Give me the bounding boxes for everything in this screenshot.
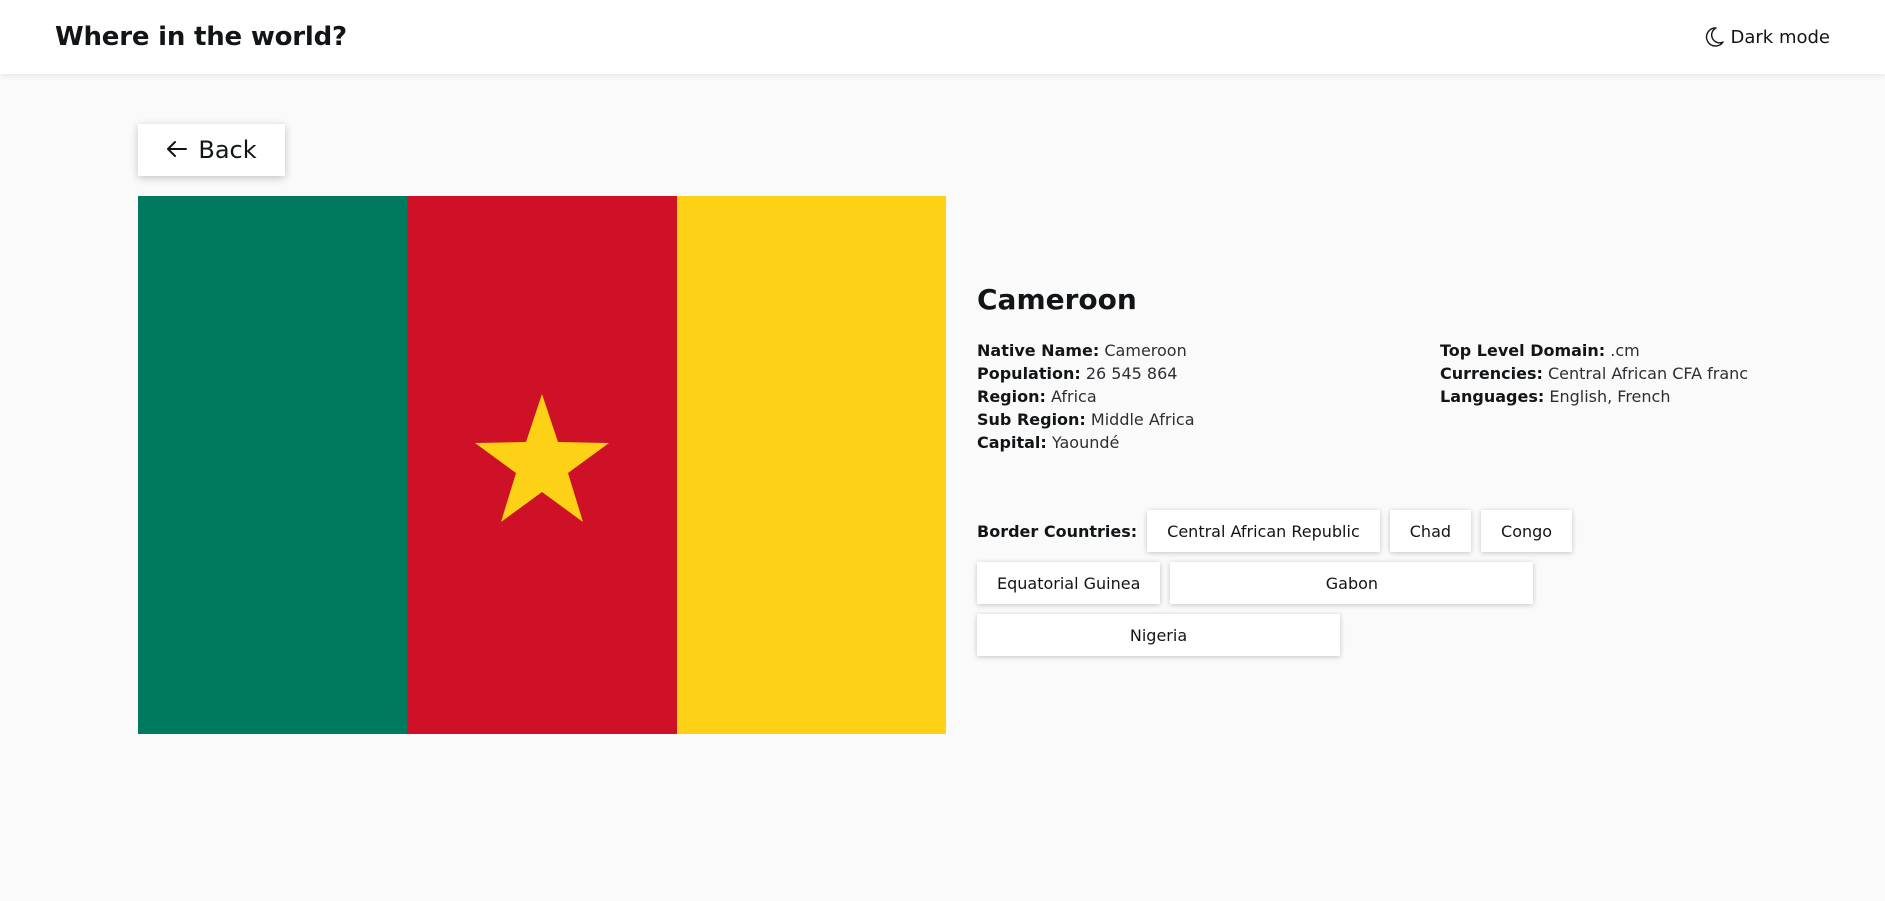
capital-value: Yaoundé bbox=[1051, 433, 1120, 452]
moon-icon bbox=[1705, 26, 1725, 48]
native-name-label: Native Name: bbox=[977, 341, 1100, 360]
info-column-left: Native Name: Cameroon Population: 26 545… bbox=[977, 339, 1195, 454]
border-country-button[interactable]: Equatorial Guinea bbox=[977, 562, 1161, 604]
flag-yellow-band bbox=[677, 196, 946, 734]
top-level-domain-row: Top Level Domain: .cm bbox=[1440, 339, 1727, 362]
back-button[interactable]: Back bbox=[138, 124, 285, 176]
currencies-value: Central African CFA franc bbox=[1548, 364, 1749, 383]
arrow-left-icon bbox=[166, 136, 188, 164]
flag-green-band bbox=[138, 196, 408, 734]
info-columns: Native Name: Cameroon Population: 26 545… bbox=[977, 339, 1748, 454]
currencies-label: Currencies: bbox=[1440, 364, 1543, 383]
border-countries-label: Border Countries: bbox=[977, 521, 1138, 541]
top-bar: Where in the world? Dark mode bbox=[0, 0, 1885, 74]
region-label: Region: bbox=[977, 387, 1046, 406]
border-country-button[interactable]: Gabon bbox=[1170, 562, 1534, 604]
dark-mode-toggle[interactable]: Dark mode bbox=[1705, 26, 1830, 48]
border-countries: Border Countries: Central African Republ… bbox=[977, 510, 1731, 656]
border-country-button[interactable]: Central African Republic bbox=[1147, 510, 1380, 552]
languages-label: Languages: bbox=[1440, 387, 1545, 406]
population-row: Population: 26 545 864 bbox=[977, 362, 1195, 385]
country-flag bbox=[138, 196, 946, 734]
country-details: Cameroon Native Name: Cameroon Populatio… bbox=[977, 283, 1748, 656]
native-name-row: Native Name: Cameroon bbox=[977, 339, 1195, 362]
population-label: Population: bbox=[977, 364, 1081, 383]
languages-value: English, French bbox=[1549, 387, 1671, 406]
region-value: Africa bbox=[1050, 387, 1097, 406]
info-column-right: Top Level Domain: .cm Currencies: Centra… bbox=[1440, 339, 1748, 454]
currencies-row: Currencies: Central African CFA franc bbox=[1440, 362, 1748, 385]
top-level-domain-label: Top Level Domain: bbox=[1440, 341, 1606, 360]
border-country-button[interactable]: Chad bbox=[1389, 510, 1472, 552]
sub-region-row: Sub Region: Middle Africa bbox=[977, 408, 1195, 431]
capital-label: Capital: bbox=[977, 433, 1047, 452]
top-level-domain-value: .cm bbox=[1610, 341, 1640, 360]
languages-row: Languages: English, French bbox=[1440, 385, 1727, 408]
border-country-button[interactable]: Congo bbox=[1481, 510, 1573, 552]
region-row: Region: Africa bbox=[977, 385, 1195, 408]
population-value: 26 545 864 bbox=[1085, 364, 1178, 383]
sub-region-value: Middle Africa bbox=[1090, 410, 1195, 429]
border-country-button[interactable]: Nigeria bbox=[977, 614, 1340, 656]
country-name: Cameroon bbox=[977, 283, 1137, 316]
back-label: Back bbox=[198, 136, 257, 164]
app-title: Where in the world? bbox=[55, 22, 347, 52]
capital-row: Capital: Yaoundé bbox=[977, 431, 1195, 454]
dark-mode-label: Dark mode bbox=[1730, 26, 1830, 48]
sub-region-label: Sub Region: bbox=[977, 410, 1086, 429]
native-name-value: Cameroon bbox=[1104, 341, 1187, 360]
